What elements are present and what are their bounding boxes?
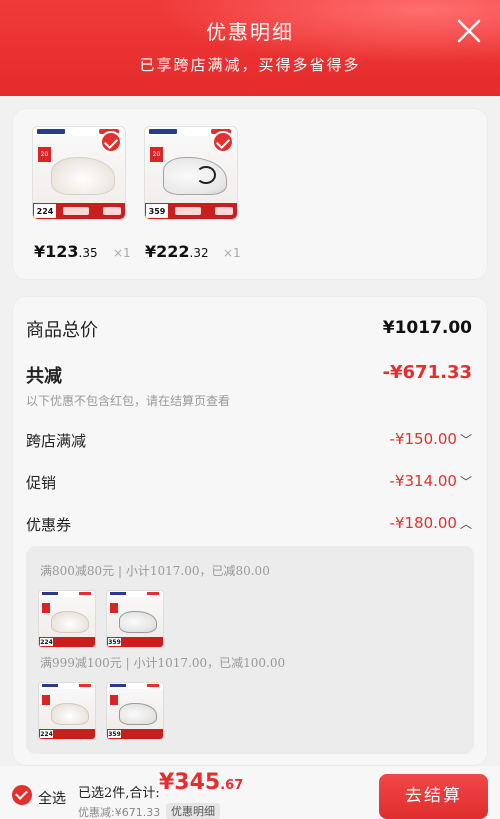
coupon-product-thumbnail: 224 [38, 590, 96, 648]
coupon-label: 优惠券 [26, 516, 72, 534]
close-icon[interactable] [456, 18, 482, 44]
footer-total-int: ¥345 [159, 770, 221, 795]
discount-total-label: 共减 [26, 366, 62, 387]
chevron-down-icon[interactable]: ﹀ [460, 431, 472, 448]
coupon-product-thumbnail: 359 [106, 590, 164, 648]
sandal-image [51, 703, 89, 725]
coupon-details-panel: 满800减80元 | 小计1017.00，已减80.00 224 359 满99… [26, 546, 474, 754]
cross-store-discount-value: -¥150.00 [389, 430, 457, 448]
promotion-value: -¥314.00 [389, 472, 457, 490]
promo-badge: 20 [38, 147, 51, 162]
cross-store-discount-row[interactable]: -¥150.00 ﹀ [390, 430, 472, 448]
product-price: ¥222.32 [145, 242, 209, 261]
chevron-down-icon[interactable]: ﹀ [460, 473, 472, 490]
thumbnail-price: 224 [33, 203, 57, 219]
page-title: 优惠明细 [206, 20, 294, 44]
coupon-detail-text: 满800减80元 | 小计1017.00，已减80.00 [40, 564, 270, 578]
select-all-label[interactable]: 全选 [38, 788, 66, 808]
cross-store-discount-label: 跨店满减 [26, 432, 87, 450]
discount-summary-card: 商品总价 ¥1017.00 共减 -¥671.33 以下优惠不包含红包，请在结算… [12, 296, 488, 766]
thumbnail-pricebar: 359 [145, 203, 237, 219]
brand-logo [149, 129, 177, 134]
product-quantity: ×1 [223, 246, 241, 260]
thumbnail-price: 359 [145, 203, 169, 219]
selected-summary: 已选2件,合计: [78, 782, 160, 801]
promotion-label: 促销 [26, 474, 57, 492]
sandal-image [51, 611, 89, 633]
sneaker-image [119, 611, 157, 633]
chevron-up-icon[interactable]: ︿ [460, 515, 472, 532]
promo-badge: 20 [150, 147, 163, 162]
total-price-value: ¥1017.00 [382, 318, 472, 338]
coupon-row[interactable]: -¥180.00 ︿ [390, 514, 472, 532]
sneaker-image [163, 157, 227, 195]
promotion-row[interactable]: -¥314.00 ﹀ [390, 472, 472, 490]
select-all-check-icon[interactable] [12, 785, 32, 805]
coupon-product-thumbnail: 359 [106, 682, 164, 740]
page-subtitle: 已享跨店满减，买得多省得多 [139, 56, 361, 74]
selected-check-icon[interactable] [212, 131, 234, 153]
sneaker-image [119, 703, 157, 725]
footer-total-dec: .67 [220, 778, 244, 793]
product-price: ¥123.35 [34, 242, 98, 261]
products-card: 20 224 20 359 ¥123.35 ×1 ¥222.32 ×1 [12, 108, 488, 280]
thumbnail-pricebar: 224 [33, 203, 125, 219]
selected-count-text: 已选2件,合计: [78, 786, 160, 801]
coupon-detail-text: 满999减100元 | 小计1017.00，已减100.00 [40, 656, 286, 670]
discount-note: 以下优惠不包含红包，请在结算页查看 [26, 394, 231, 408]
footer-total: ¥345.67 [159, 770, 243, 795]
discount-detail-link[interactable]: 优惠明细 [166, 803, 220, 819]
header: 优惠明细 已享跨店满减，买得多省得多 [0, 0, 500, 96]
coupon-product-thumbnail: 224 [38, 682, 96, 740]
discount-total-value: -¥671.33 [382, 362, 472, 383]
product-quantity: ×1 [113, 246, 131, 260]
brand-logo [37, 129, 65, 134]
checkout-button[interactable]: 去结算 [379, 774, 488, 819]
coupon-value: -¥180.00 [389, 514, 457, 532]
product-thumbnail[interactable]: 20 224 [32, 126, 126, 220]
selected-check-icon[interactable] [100, 131, 122, 153]
footer-discount: 优惠减:¥671.33 [78, 806, 161, 819]
product-thumbnail[interactable]: 20 359 [144, 126, 238, 220]
total-price-label: 商品总价 [26, 320, 98, 341]
sandal-image [51, 157, 115, 195]
